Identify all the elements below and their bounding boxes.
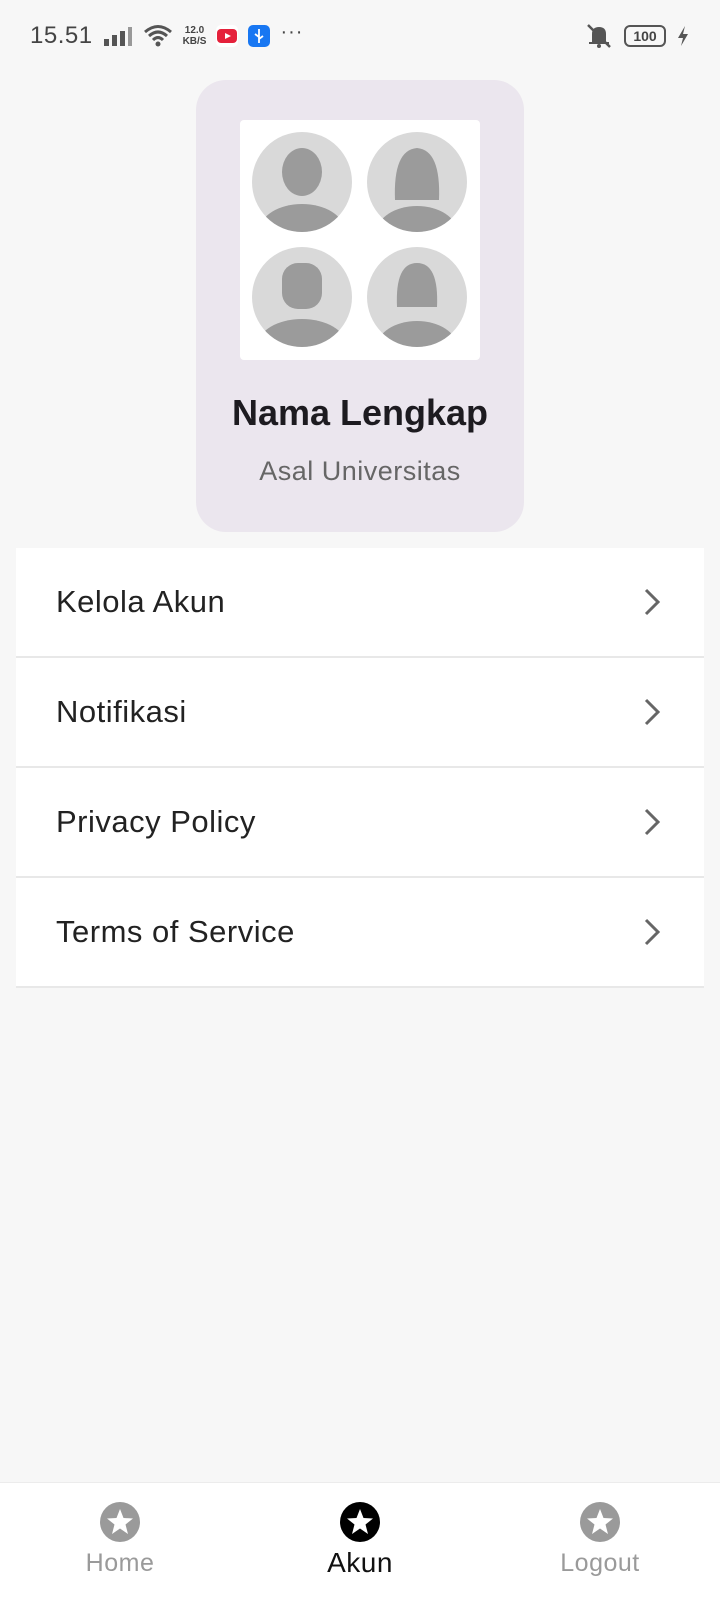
avatar-group [240,120,480,360]
menu-item-label: Kelola Akun [56,584,226,619]
chevron-right-icon [644,808,661,836]
signal-icon [103,27,132,46]
mute-icon [587,24,611,48]
profile-card: Nama Lengkap Asal Universitas [196,80,524,532]
menu-item-label: Terms of Service [56,914,295,949]
chevron-right-icon [644,918,661,946]
avatar-female-icon [367,132,467,232]
status-bar-left: 15.51 12.0 KB/S ··· [30,20,304,50]
avatar-male-icon [252,247,352,347]
profile-name: Nama Lengkap [231,392,489,433]
avatar-male-icon [252,132,352,232]
profile-university: Asal Universitas [259,456,461,486]
more-dots-icon: ··· [280,20,304,43]
charging-icon [678,26,688,46]
chevron-right-icon [644,698,661,726]
chevron-right-icon [644,588,661,616]
nav-item-akun[interactable]: Akun [240,1483,480,1600]
net-speed: 12.0 KB/S [183,25,207,47]
nav-label: Akun [327,1547,393,1578]
nav-item-home[interactable]: Home [0,1483,240,1600]
star-icon [580,1502,620,1542]
menu-item-notifikasi[interactable]: Notifikasi [16,658,704,768]
youtube-icon [216,25,239,47]
usb-icon [248,25,271,47]
settings-menu: Kelola Akun Notifikasi Privacy Policy Te… [16,548,704,988]
status-bar: 15.51 12.0 KB/S ··· 100 [0,0,720,72]
battery-icon: 100 [624,25,666,47]
net-speed-unit: KB/S [182,36,207,47]
status-bar-right: 100 [584,23,690,49]
account-screen: 15.51 12.0 KB/S ··· 100 Nama Lengkap Asa… [0,0,720,1600]
menu-item-label: Privacy Policy [56,804,256,839]
menu-item-kelola-akun[interactable]: Kelola Akun [16,548,704,658]
menu-item-privacy-policy[interactable]: Privacy Policy [16,768,704,878]
nav-item-logout[interactable]: Logout [480,1483,720,1600]
net-speed-value: 12.0 [184,25,205,36]
nav-label: Home [85,1549,155,1577]
nav-label: Logout [560,1549,640,1577]
avatar-female-icon [367,247,467,347]
menu-item-label: Notifikasi [56,694,187,729]
star-icon [100,1502,140,1542]
wifi-icon [143,25,172,47]
battery-level: 100 [633,28,657,44]
bottom-navigation: Home Akun Logout [0,1482,720,1600]
menu-item-terms-of-service[interactable]: Terms of Service [16,878,704,988]
star-icon [340,1502,380,1542]
status-time: 15.51 [30,22,93,49]
